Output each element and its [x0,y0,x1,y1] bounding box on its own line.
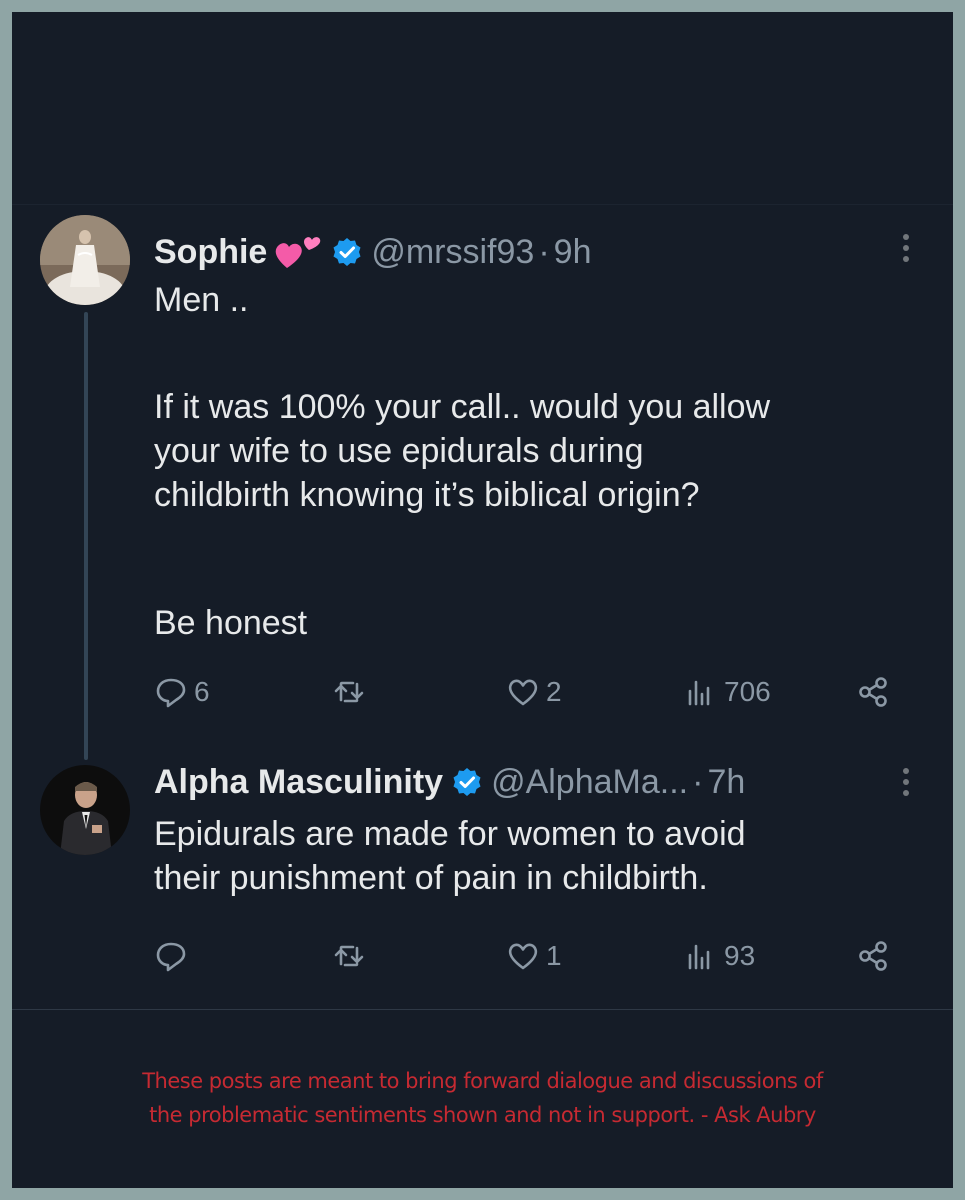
views-chart-icon [688,944,710,970]
separator-dot: · [538,232,550,271]
share-button[interactable] [856,936,890,976]
reply-button[interactable]: 6 [154,672,210,712]
reply-count: 6 [194,676,210,707]
post-time[interactable]: 7h [707,763,745,802]
post-text: Men .. [154,278,924,322]
disclaimer-caption: These posts are meant to bring forward d… [12,1064,953,1132]
post-text-paragraph: Be honest [154,601,924,645]
two-hearts-icon [276,237,321,268]
more-options-icon[interactable] [894,762,918,802]
post-header: Alpha Masculinity @AlphaMa... · 7h [154,757,745,807]
post-header: Sophie @mrssif93 · 9h [154,227,591,277]
reply-icon [156,942,186,972]
author-handle[interactable]: @AlphaMa... [491,763,688,802]
thread-connector-line [84,312,88,760]
post-text-line: Men .. [154,281,249,319]
post-text-line: Be honest [154,604,308,642]
view-count: 706 [724,676,771,707]
like-button[interactable]: 1 [506,936,562,976]
reply-button[interactable] [154,936,194,976]
post-time[interactable]: 9h [554,233,592,272]
author-handle[interactable]: @mrssif93 [371,233,534,272]
author-name[interactable]: Alpha Masculinity [154,763,443,802]
more-options-icon[interactable] [894,228,918,268]
post-text-paragraph: If it was 100% your call.. would you all… [154,385,924,517]
heart-icon [508,943,538,970]
post-text: Epidurals are made for women to avoid th… [154,812,924,900]
share-button[interactable] [856,672,890,712]
avatar[interactable] [40,215,130,305]
top-divider [12,204,953,205]
retweet-button[interactable] [332,936,372,976]
like-button[interactable]: 2 [506,672,562,712]
share-icon [859,941,887,971]
post-text-line: Epidurals are made for women to avoid [154,815,746,853]
post-actions: 1 93 [154,936,914,976]
separator-dot: · [692,762,704,801]
share-icon [859,677,887,707]
like-count: 1 [546,940,562,971]
verified-badge-icon [333,238,361,266]
reply-icon [156,678,186,708]
bottom-divider [12,1009,953,1010]
post-text-line: If it was 100% your call.. would you all… [154,388,771,426]
verified-badge-icon [453,768,481,796]
post-text-line: your wife to use epidurals during [154,432,644,470]
author-name[interactable]: Sophie [154,233,267,272]
post-actions: 6 2 706 [154,672,914,712]
views-button[interactable]: 706 [684,672,771,712]
post-text-line: their punishment of pain in childbirth. [154,859,708,897]
disclaimer-line: the problematic sentiments shown and not… [149,1103,816,1127]
view-count: 93 [724,940,756,971]
heart-icon [508,679,538,706]
like-count: 2 [546,676,562,707]
screenshot-frame: Sophie @mrssif93 · 9h Men .. If it was 1… [12,12,953,1188]
retweet-button[interactable] [332,672,372,712]
disclaimer-line: These posts are meant to bring forward d… [142,1069,823,1093]
retweet-icon [334,945,364,967]
views-button[interactable]: 93 [684,936,755,976]
avatar[interactable] [40,765,130,855]
post-text-line: childbirth knowing it’s biblical origin? [154,476,700,514]
retweet-icon [334,681,364,703]
views-chart-icon [688,680,710,706]
